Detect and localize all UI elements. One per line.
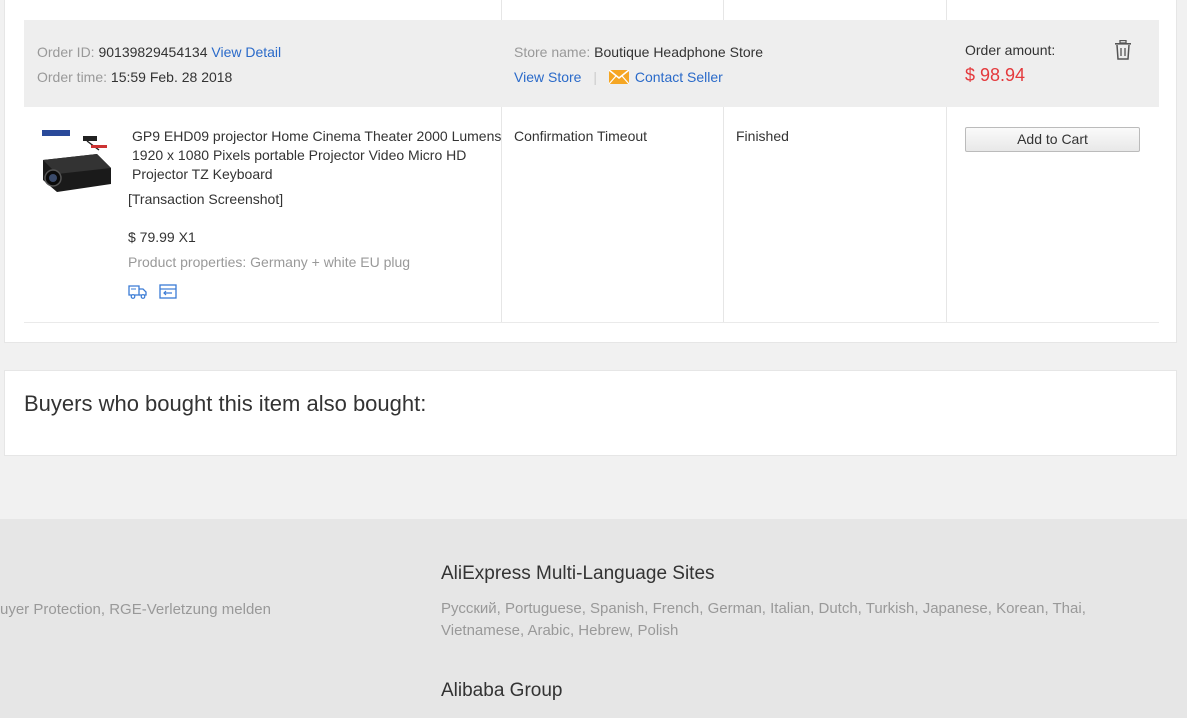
order-time-value: 15:59 Feb. 28 2018: [110, 69, 233, 85]
order-header: Order ID: 90139829454134 View Detail Ord…: [24, 20, 1159, 107]
row-divider: [24, 322, 1159, 323]
store-name-line: Store name: Boutique Headphone Store: [514, 42, 763, 62]
price-quantity: $ 79.99 X1: [128, 229, 196, 245]
store-name-value: Boutique Headphone Store: [594, 44, 764, 60]
language-links-line1[interactable]: Русский, Portuguese, Spanish, French, Ge…: [441, 598, 1086, 620]
product-properties: Product properties: Germany + white EU p…: [128, 254, 411, 270]
also-bought-section: Buyers who bought this item also bought:: [4, 370, 1177, 456]
order-id-line: Order ID: 90139829454134 View Detail: [37, 42, 281, 62]
multi-language-title: AliExpress Multi-Language Sites: [441, 563, 715, 584]
store-actions: View Store | Contact Seller: [514, 67, 723, 87]
view-store-link[interactable]: View Store: [514, 69, 581, 85]
transaction-snapshot-link[interactable]: [Transaction Screenshot]: [128, 189, 283, 209]
order-id-value: 90139829454134: [98, 44, 208, 60]
order-time-line: Order time: 15:59 Feb. 28 2018: [37, 67, 232, 87]
view-detail-link[interactable]: View Detail: [211, 44, 281, 60]
product-title-link[interactable]: GP9 EHD09 projector Home Cinema Theater …: [132, 127, 502, 184]
order-id-label: Order ID:: [37, 44, 95, 60]
language-links-line2[interactable]: Vietnamese, Arabic, Hebrew, Polish: [441, 620, 678, 642]
product-thumbnail[interactable]: [39, 130, 115, 200]
return-icon[interactable]: [159, 284, 177, 299]
footer: uyer Protection, RGE-Verletzung melden A…: [0, 519, 1187, 718]
column-divider: [946, 107, 947, 323]
shipping-truck-icon[interactable]: [128, 284, 148, 299]
column-divider: [501, 0, 502, 20]
footer-left-links[interactable]: uyer Protection, RGE-Verletzung melden: [0, 599, 271, 621]
order-card: Order ID: 90139829454134 View Detail Ord…: [4, 0, 1177, 343]
add-to-cart-button[interactable]: Add to Cart: [965, 127, 1140, 152]
also-bought-title: Buyers who bought this item also bought:: [24, 391, 427, 416]
trash-icon[interactable]: [1114, 40, 1132, 60]
alibaba-group-title: Alibaba Group: [441, 680, 563, 701]
column-divider: [723, 0, 724, 20]
mail-icon: [608, 70, 629, 84]
contact-seller-link[interactable]: Contact Seller: [608, 69, 723, 85]
separator: |: [593, 69, 597, 85]
store-name-label: Store name:: [514, 44, 591, 60]
order-status: Finished: [736, 128, 789, 144]
transaction-status: Confirmation Timeout: [514, 128, 648, 144]
order-time-label: Order time:: [37, 69, 108, 85]
order-amount-label: Order amount:: [965, 42, 1056, 58]
column-divider: [723, 107, 724, 323]
contact-seller-label: Contact Seller: [634, 69, 723, 85]
column-divider: [946, 0, 947, 20]
order-amount-value: $ 98.94: [965, 65, 1026, 85]
